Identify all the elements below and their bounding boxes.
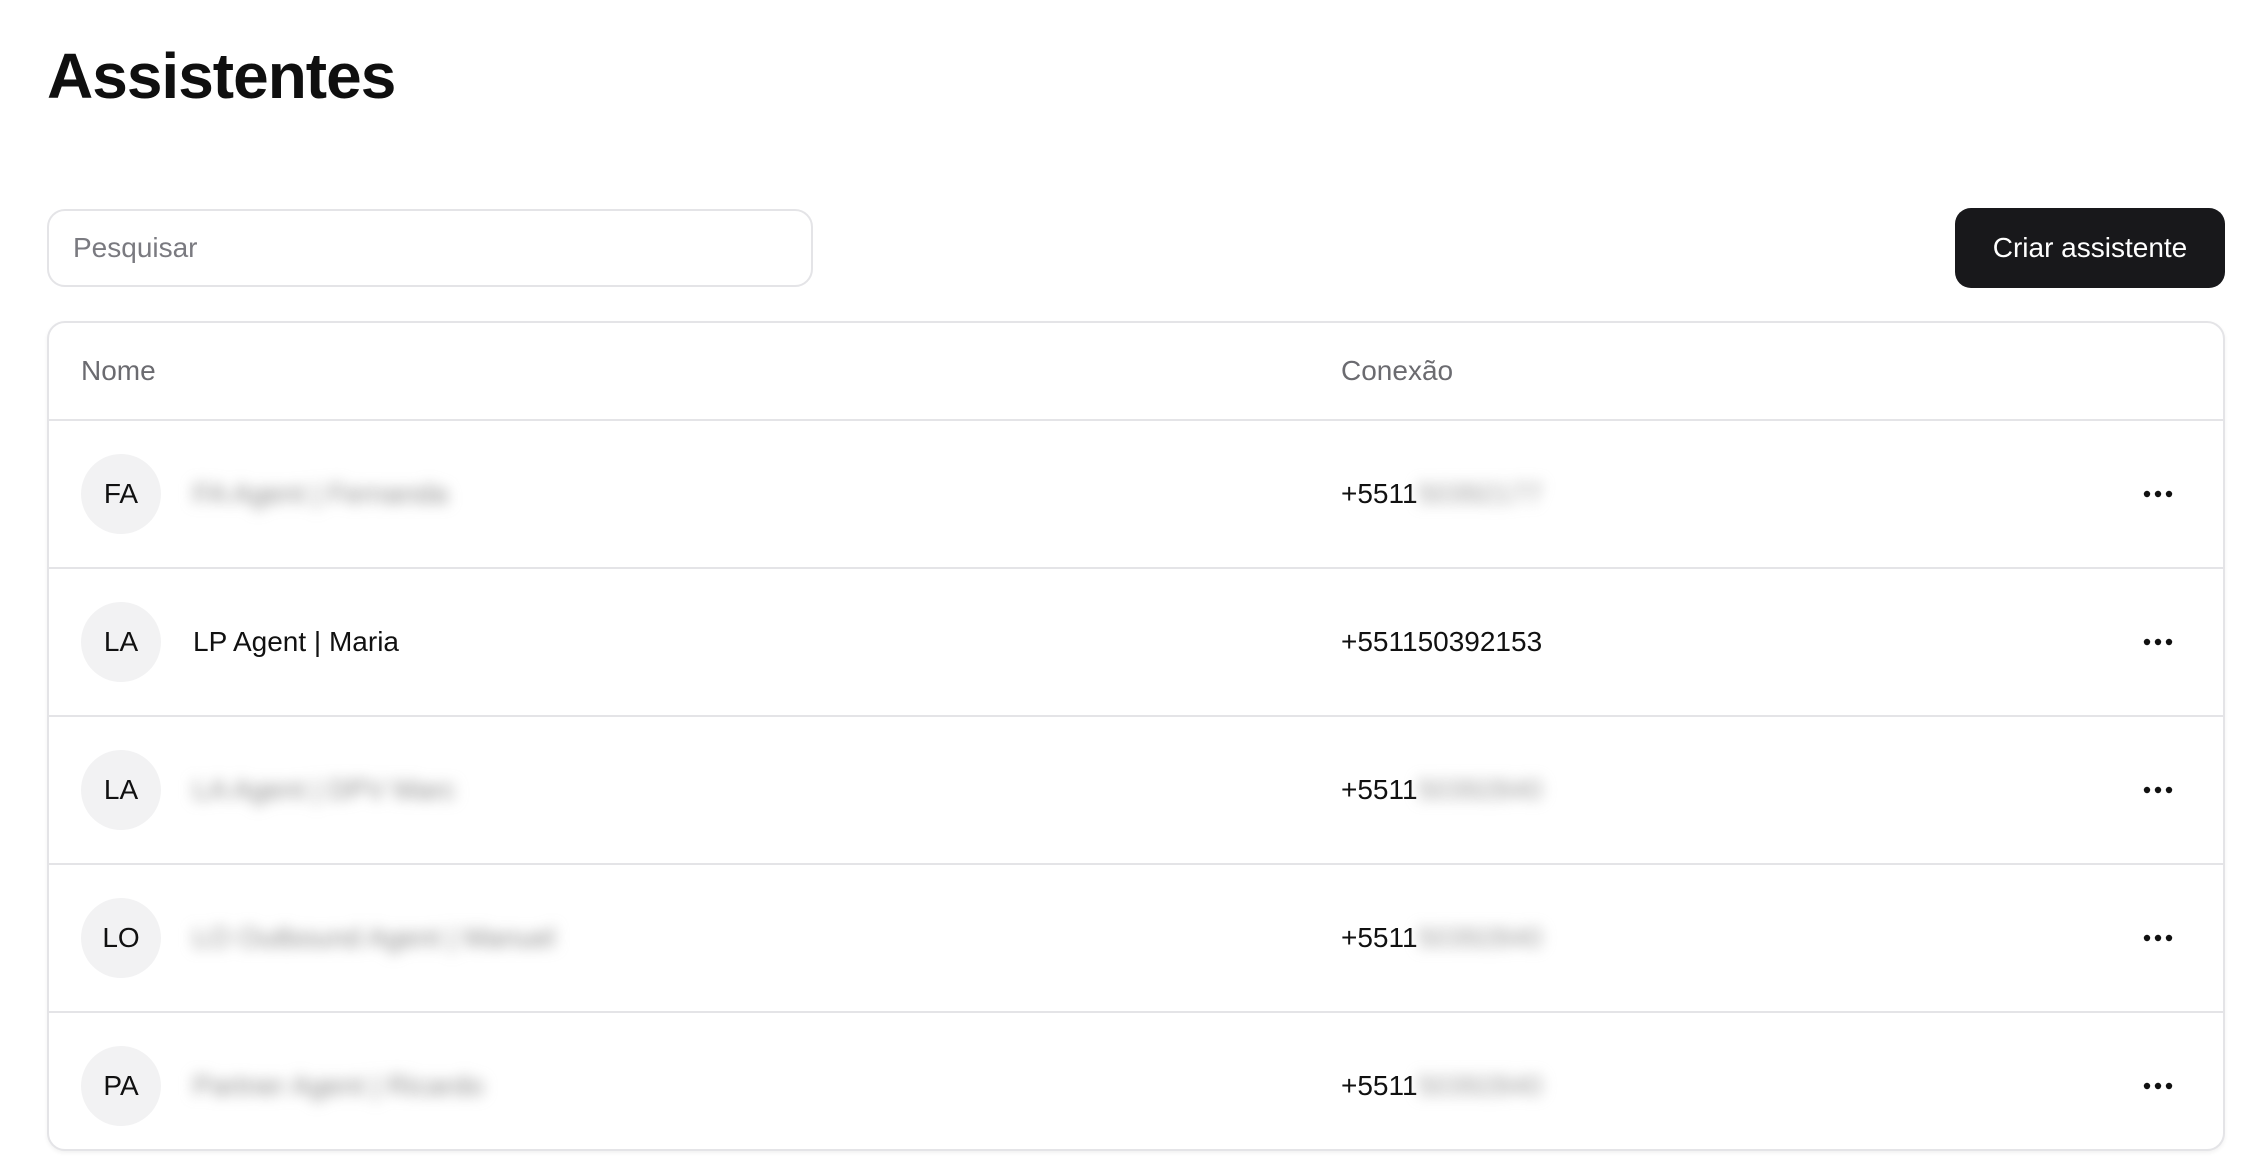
connection-prefix: +5511 [1341,774,1418,805]
connection-prefix: +551150392153 [1341,626,1543,657]
row-actions-button[interactable] [2133,617,2183,667]
avatar: LA [81,750,161,830]
avatar: FA [81,454,161,534]
table-row[interactable]: LA LP Agent | Maria +551150392153 [49,569,2223,717]
table-row[interactable]: LO LO Outbound Agent | Manuel +551150392… [49,865,2223,1013]
table-row[interactable]: LA LA Agent | DPV Marc +551150392840 [49,717,2223,865]
more-horizontal-icon [2143,786,2173,794]
search-input[interactable] [47,209,813,287]
connection-number: +551150392153 [1341,569,1542,715]
connection-prefix: +5511 [1341,1070,1418,1101]
page-title: Assistentes [47,40,396,112]
connection-redacted: 50392840 [1417,774,1543,805]
table-row[interactable]: PA Partner Agent | Ricardo +551150392840 [49,1013,2223,1149]
more-horizontal-icon [2143,490,2173,498]
avatar: LA [81,602,161,682]
column-header-name[interactable]: Nome [81,323,156,419]
connection-number: +551150392840 [1341,717,1542,863]
assistant-name[interactable]: Partner Agent | Ricardo [193,1013,484,1149]
avatar: LO [81,898,161,978]
column-header-connection[interactable]: Conexão [1341,323,1453,419]
row-actions-button[interactable] [2133,913,2183,963]
connection-number: +551150392177 [1341,421,1542,567]
create-assistant-button[interactable]: Criar assistente [1955,208,2225,288]
assistant-name[interactable]: LA Agent | DPV Marc [193,717,456,863]
assistants-table: Nome Conexão FA FA Agent | Fernanda +551… [47,321,2225,1151]
table-row[interactable]: FA FA Agent | Fernanda +551150392177 [49,421,2223,569]
connection-prefix: +5511 [1341,922,1418,953]
connection-number: +551150392840 [1341,1013,1543,1149]
assistant-name[interactable]: LP Agent | Maria [193,569,399,715]
more-horizontal-icon [2143,934,2173,942]
avatar: PA [81,1046,161,1126]
row-actions-button[interactable] [2133,765,2183,815]
connection-number: +551150392840 [1341,865,1542,1011]
connection-redacted: 50392840 [1417,1070,1543,1101]
assistant-name[interactable]: LO Outbound Agent | Manuel [193,865,555,1011]
connection-redacted: 50392840 [1417,922,1543,953]
row-actions-button[interactable] [2133,469,2183,519]
row-actions-button[interactable] [2133,1061,2183,1111]
connection-prefix: +5511 [1341,478,1418,509]
table-header: Nome Conexão [49,323,2223,421]
more-horizontal-icon [2143,1082,2173,1090]
assistant-name[interactable]: FA Agent | Fernanda [193,421,448,567]
connection-redacted: 50392177 [1417,478,1543,509]
more-horizontal-icon [2143,638,2173,646]
